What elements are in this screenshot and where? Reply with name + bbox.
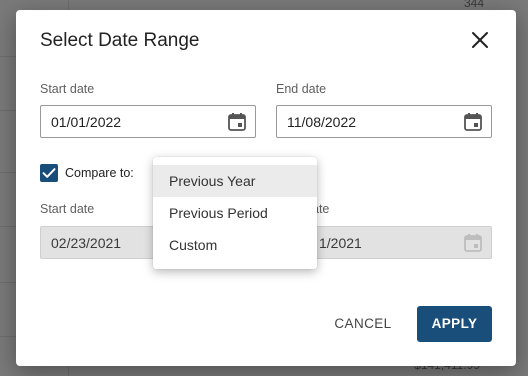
table-row-divider (0, 226, 16, 227)
calendar-icon[interactable] (463, 112, 483, 132)
calendar-icon[interactable] (227, 112, 247, 132)
start-date-field[interactable]: 01/01/2022 (40, 105, 256, 138)
calendar-icon (464, 234, 482, 252)
end-date-value: 11/08/2022 (287, 114, 357, 130)
table-row-divider (0, 172, 16, 173)
compare-options-menu: Previous Year Previous Period Custom (153, 157, 317, 269)
menu-item-previous-period[interactable]: Previous Period (153, 197, 317, 229)
start-date-value: 01/01/2022 (51, 114, 122, 130)
compare-end-date-value: 1/2021 (319, 235, 362, 251)
table-cell-value: 344 (463, 0, 484, 10)
table-row-divider (0, 56, 16, 57)
close-button[interactable] (468, 28, 492, 52)
table-row-divider (0, 110, 16, 111)
compare-start-date-label: Start date (40, 202, 95, 216)
start-date-label: Start date (40, 82, 95, 96)
table-row-divider (0, 336, 16, 337)
apply-button[interactable]: APPLY (417, 306, 492, 342)
end-date-label: End date (276, 82, 327, 96)
dialog-title: Select Date Range (40, 30, 200, 51)
compare-checkbox[interactable] (40, 164, 58, 182)
table-row-divider (0, 282, 16, 283)
menu-item-previous-year[interactable]: Previous Year (153, 165, 317, 197)
cancel-button[interactable]: CANCEL (332, 306, 394, 342)
end-date-field[interactable]: 11/08/2022 (276, 105, 492, 138)
checkmark-icon (42, 168, 56, 178)
menu-item-custom[interactable]: Custom (153, 229, 317, 261)
close-icon (472, 32, 488, 48)
compare-label: Compare to: (65, 166, 134, 180)
compare-start-date-value: 02/23/2021 (51, 235, 122, 251)
